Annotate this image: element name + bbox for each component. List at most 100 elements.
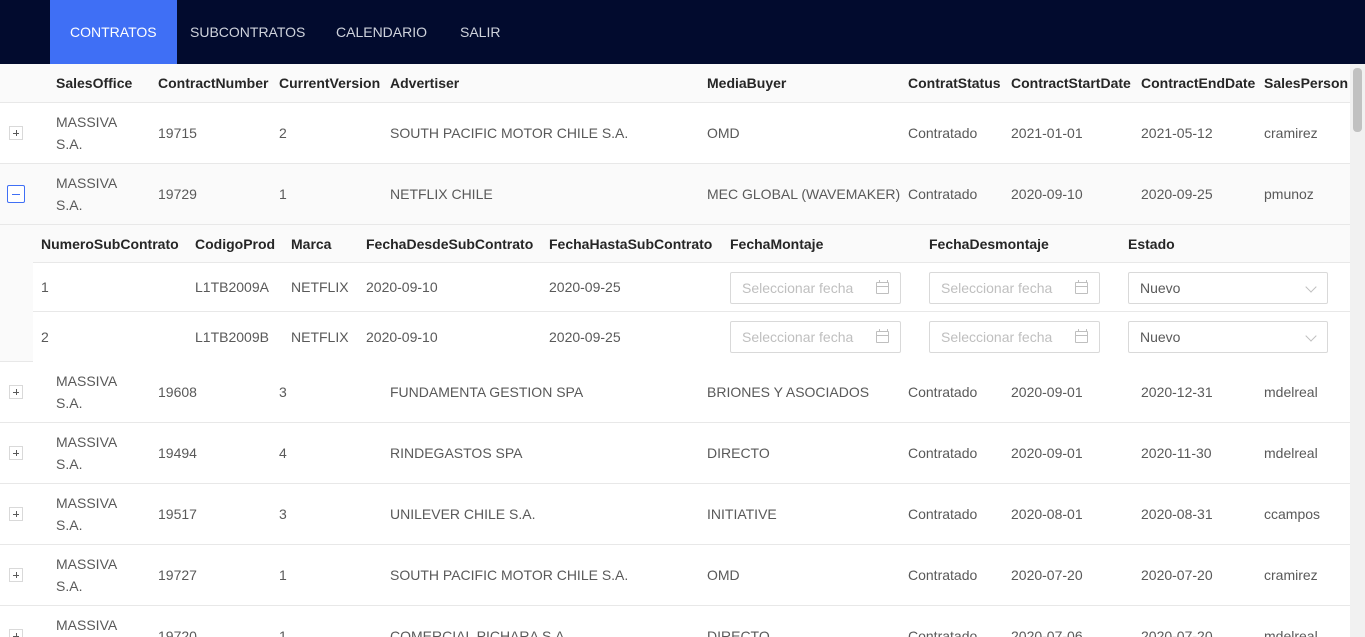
cell-currentversion: 2 bbox=[279, 125, 287, 141]
cell-startdate: 2020-09-01 bbox=[1011, 384, 1083, 400]
cell-status: Contratado bbox=[908, 445, 978, 461]
subcol-fechadesmontaje[interactable]: FechaDesmontaje bbox=[929, 225, 1049, 262]
cell-currentversion: 1 bbox=[279, 567, 287, 583]
calendar-icon bbox=[876, 280, 889, 294]
cell-contractnumber: 19608 bbox=[158, 384, 197, 400]
cell-salesperson: cramirez bbox=[1264, 125, 1318, 141]
expand-row-button[interactable] bbox=[9, 126, 23, 140]
cell-startdate: 2020-09-01 bbox=[1011, 445, 1083, 461]
cell-advertiser: SOUTH PACIFIC MOTOR CHILE S.A. bbox=[390, 125, 629, 141]
chevron-down-icon bbox=[1305, 330, 1317, 342]
cell-mediabuyer: BRIONES Y ASOCIADOS bbox=[707, 384, 870, 400]
cell-mediabuyer: DIRECTO bbox=[707, 628, 770, 637]
expand-row-button[interactable] bbox=[9, 568, 23, 582]
subcol-codigoprod[interactable]: CodigoProd bbox=[195, 225, 275, 262]
table-row-expanded[interactable]: MASSIVA S.A. 19729 1 NETFLIX CHILE MEC G… bbox=[0, 164, 1350, 225]
estado-select[interactable]: Nuevo bbox=[1128, 272, 1328, 304]
cell-enddate: 2020-09-25 bbox=[1141, 186, 1213, 202]
table-header: SalesOffice ContractNumber CurrentVersio… bbox=[0, 64, 1350, 103]
nav-salir[interactable]: SALIR bbox=[440, 0, 520, 64]
cell-mediabuyer: DIRECTO bbox=[707, 445, 770, 461]
subcell-num: 1 bbox=[41, 279, 49, 295]
fecha-montaje-picker[interactable]: Seleccionar fecha bbox=[730, 321, 901, 353]
cell-salesoffice: MASSIVA S.A. bbox=[56, 114, 117, 152]
nav-subcontratos[interactable]: SUBCONTRATOS bbox=[170, 0, 325, 64]
cell-startdate: 2020-07-20 bbox=[1011, 567, 1083, 583]
subcol-fechahasta[interactable]: FechaHastaSubContrato bbox=[549, 225, 712, 262]
subcol-fechamontaje[interactable]: FechaMontaje bbox=[730, 225, 823, 262]
subcontract-table: NumeroSubContrato CodigoProd Marca Fecha… bbox=[33, 225, 1350, 362]
col-salesoffice[interactable]: SalesOffice bbox=[56, 64, 132, 102]
table-row[interactable]: MASSIVA S.A. 19727 1 SOUTH PACIFIC MOTOR… bbox=[0, 545, 1350, 606]
chevron-down-icon bbox=[1305, 281, 1317, 293]
estado-select[interactable]: Nuevo bbox=[1128, 321, 1328, 353]
expand-row-button[interactable] bbox=[9, 507, 23, 521]
col-contractstartdate[interactable]: ContractStartDate bbox=[1011, 64, 1131, 102]
cell-contractnumber: 19715 bbox=[158, 125, 197, 141]
expand-row-button[interactable] bbox=[9, 446, 23, 460]
calendar-icon bbox=[1075, 280, 1088, 294]
cell-mediabuyer: INITIATIVE bbox=[707, 506, 777, 522]
cell-enddate: 2020-07-20 bbox=[1141, 628, 1213, 637]
cell-salesperson: ccampos bbox=[1264, 506, 1321, 522]
top-navbar: CONTRATOS SUBCONTRATOS CALENDARIO SALIR bbox=[0, 0, 1365, 64]
cell-enddate: 2020-11-30 bbox=[1141, 445, 1212, 461]
cell-contractnumber: 19494 bbox=[158, 445, 197, 461]
cell-status: Contratado bbox=[908, 186, 978, 202]
subcell-from: 2020-09-10 bbox=[366, 328, 438, 345]
vertical-scrollbar[interactable] bbox=[1350, 64, 1365, 637]
subcell-code: L1TB2009A bbox=[195, 279, 269, 295]
cell-currentversion: 3 bbox=[279, 506, 287, 522]
subtable-row: 1 L1TB2009A NETFLIX 2020-09-10 2020-09-2… bbox=[33, 263, 1350, 312]
fecha-desmontaje-picker[interactable]: Seleccionar fecha bbox=[929, 272, 1100, 304]
col-contractenddate[interactable]: ContractEndDate bbox=[1141, 64, 1255, 102]
estado-value: Nuevo bbox=[1140, 280, 1181, 296]
cell-status: Contratado bbox=[908, 125, 978, 141]
fecha-desmontaje-picker[interactable]: Seleccionar fecha bbox=[929, 321, 1100, 353]
cell-mediabuyer: MEC GLOBAL (WAVEMAKER) bbox=[707, 186, 901, 202]
subcol-estado[interactable]: Estado bbox=[1128, 225, 1175, 262]
table-row[interactable]: MASSIVA S.A. 19494 4 RINDEGASTOS SPA DIR… bbox=[0, 423, 1350, 484]
cell-startdate: 2020-09-10 bbox=[1011, 186, 1083, 202]
col-contratstatus[interactable]: ContratStatus bbox=[908, 64, 1001, 102]
cell-status: Contratado bbox=[908, 628, 978, 637]
cell-advertiser: FUNDAMENTA GESTION SPA bbox=[390, 384, 584, 400]
col-advertiser[interactable]: Advertiser bbox=[390, 64, 459, 102]
subcontract-panel: NumeroSubContrato CodigoProd Marca Fecha… bbox=[0, 225, 1350, 362]
subcol-fechadesde[interactable]: FechaDesdeSubContrato bbox=[366, 225, 533, 262]
cell-currentversion: 4 bbox=[279, 445, 287, 461]
cell-contractnumber: 19720 bbox=[158, 628, 197, 637]
subcol-numerosubcontrato[interactable]: NumeroSubContrato bbox=[41, 225, 179, 262]
expand-row-button[interactable] bbox=[9, 629, 23, 637]
cell-advertiser: UNILEVER CHILE S.A. bbox=[390, 506, 536, 522]
calendar-icon bbox=[876, 329, 889, 343]
subcell-from: 2020-09-10 bbox=[366, 279, 438, 295]
cell-advertiser: NETFLIX CHILE bbox=[390, 186, 493, 202]
nav-contratos[interactable]: CONTRATOS bbox=[50, 0, 177, 64]
scrollbar-thumb[interactable] bbox=[1353, 68, 1362, 132]
cell-mediabuyer: OMD bbox=[707, 125, 740, 141]
subcell-brand: NETFLIX bbox=[291, 328, 349, 345]
table-row[interactable]: MASSIVA S.A. 19720 1 COMERCIAL PICHARA S… bbox=[0, 606, 1350, 637]
cell-salesoffice: MASSIVA S.A. bbox=[56, 434, 117, 472]
nav-calendario[interactable]: CALENDARIO bbox=[316, 0, 447, 64]
cell-salesperson: cramirez bbox=[1264, 567, 1318, 583]
table-row[interactable]: MASSIVA S.A. 19517 3 UNILEVER CHILE S.A.… bbox=[0, 484, 1350, 545]
cell-status: Contratado bbox=[908, 506, 978, 522]
cell-startdate: 2020-08-01 bbox=[1011, 506, 1083, 522]
cell-currentversion: 1 bbox=[279, 628, 287, 637]
fecha-montaje-picker[interactable]: Seleccionar fecha bbox=[730, 272, 901, 304]
cell-contractnumber: 19729 bbox=[158, 186, 197, 202]
col-mediabuyer[interactable]: MediaBuyer bbox=[707, 64, 786, 102]
col-contractnumber[interactable]: ContractNumber bbox=[158, 64, 268, 102]
col-currentversion[interactable]: CurrentVersion bbox=[279, 64, 380, 102]
calendar-icon bbox=[1075, 329, 1088, 343]
col-salesperson[interactable]: SalesPerson bbox=[1264, 64, 1348, 102]
table-row[interactable]: MASSIVA S.A. 19715 2 SOUTH PACIFIC MOTOR… bbox=[0, 103, 1350, 164]
expand-row-button[interactable] bbox=[9, 385, 23, 399]
subcell-num: 2 bbox=[41, 328, 49, 345]
cell-currentversion: 1 bbox=[279, 186, 287, 202]
subcol-marca[interactable]: Marca bbox=[291, 225, 331, 262]
table-row[interactable]: MASSIVA S.A. 19608 3 FUNDAMENTA GESTION … bbox=[0, 362, 1350, 423]
collapse-row-button[interactable] bbox=[7, 185, 25, 203]
